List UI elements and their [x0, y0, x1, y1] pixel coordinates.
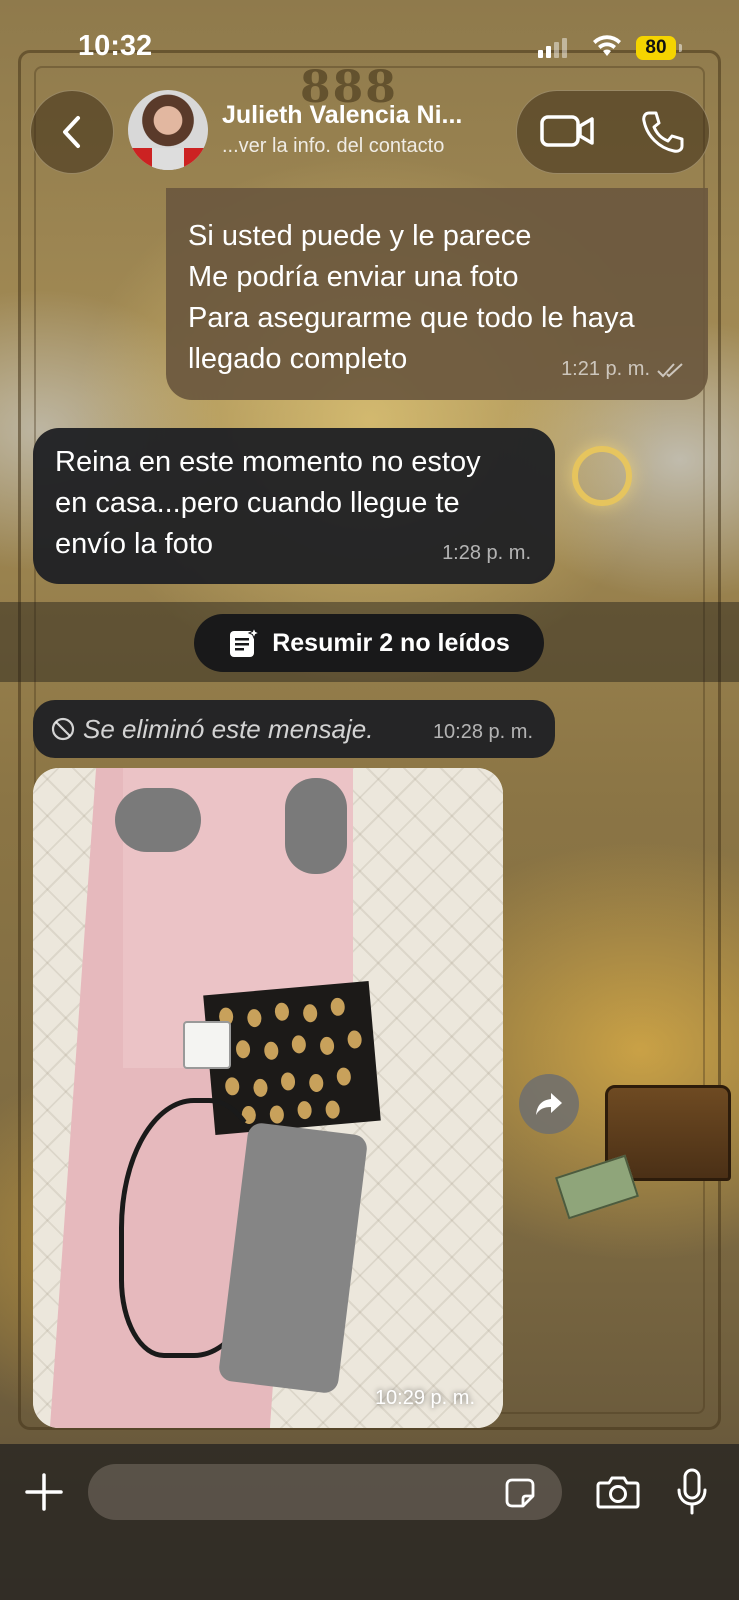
message-text-line: en casa...pero cuando llegue te: [55, 487, 460, 519]
deleted-message-bubble[interactable]: Se eliminó este mensaje. 10:28 p. m.: [33, 700, 555, 758]
microphone-icon[interactable]: [676, 1468, 708, 1516]
message-meta: 1:21 p. m.: [561, 349, 686, 390]
message-time: 10:28 p. m.: [432, 721, 533, 743]
wifi-icon: [593, 35, 621, 56]
message-text-line: Para asegurarme que todo le haya: [188, 302, 635, 334]
message-text-line: Si usted puede y le parece: [188, 220, 532, 252]
ban-icon: [51, 717, 75, 741]
message-input[interactable]: [88, 1464, 562, 1520]
contact-name[interactable]: Julieth Valencia Ni...: [222, 101, 462, 130]
message-text-line: Me podría enviar una foto: [188, 261, 519, 293]
battery-level: 80: [645, 37, 667, 58]
back-button[interactable]: [30, 90, 114, 174]
summarize-unread-label: Resumir 2 no leídos: [272, 628, 510, 657]
plus-icon[interactable]: [24, 1472, 64, 1512]
voice-call-button[interactable]: [639, 109, 685, 155]
photo-foot-pad: [115, 788, 201, 852]
photo-foot-pad: [285, 778, 347, 874]
forward-button[interactable]: [519, 1074, 579, 1134]
summary-notes-icon: [230, 627, 261, 657]
message-meta: 1:28 p. m.: [442, 533, 531, 574]
battery-tip: [679, 44, 682, 52]
message-text-line: Reina en este momento no estoy: [55, 446, 481, 478]
message-time: 1:21 p. m.: [561, 358, 650, 380]
call-buttons-group: [516, 90, 710, 174]
forward-arrow-icon: [536, 1093, 562, 1115]
photo-digital-timer: [183, 1021, 231, 1069]
chevron-left-icon: [63, 116, 80, 148]
deleted-message-text: Se eliminó este mensaje.: [83, 714, 374, 744]
status-bar: 10:32 80: [0, 0, 739, 80]
cellular-signal-icon: [538, 38, 567, 58]
battery-indicator: 80: [636, 36, 676, 60]
summarize-unread-button[interactable]: Resumir 2 no leídos: [194, 614, 544, 672]
video-call-button[interactable]: [539, 109, 595, 153]
contact-avatar[interactable]: [128, 90, 208, 170]
message-bubble-outgoing[interactable]: Si usted puede y le parece Me podría env…: [166, 188, 708, 400]
photo-message[interactable]: 10:29 p. m.: [33, 768, 503, 1428]
camera-icon[interactable]: [596, 1474, 640, 1510]
message-bubble-incoming[interactable]: Reina en este momento no estoy en casa..…: [33, 428, 555, 584]
contact-info-link[interactable]: ...ver la info. del contacto: [222, 135, 444, 158]
message-time: 1:28 p. m.: [442, 542, 531, 564]
double-check-icon: [657, 362, 683, 377]
status-time: 10:32: [78, 30, 153, 62]
message-time: 10:29 p. m.: [374, 1387, 475, 1409]
sticker-icon[interactable]: [504, 1477, 536, 1509]
wallpaper-coin: [572, 446, 632, 506]
